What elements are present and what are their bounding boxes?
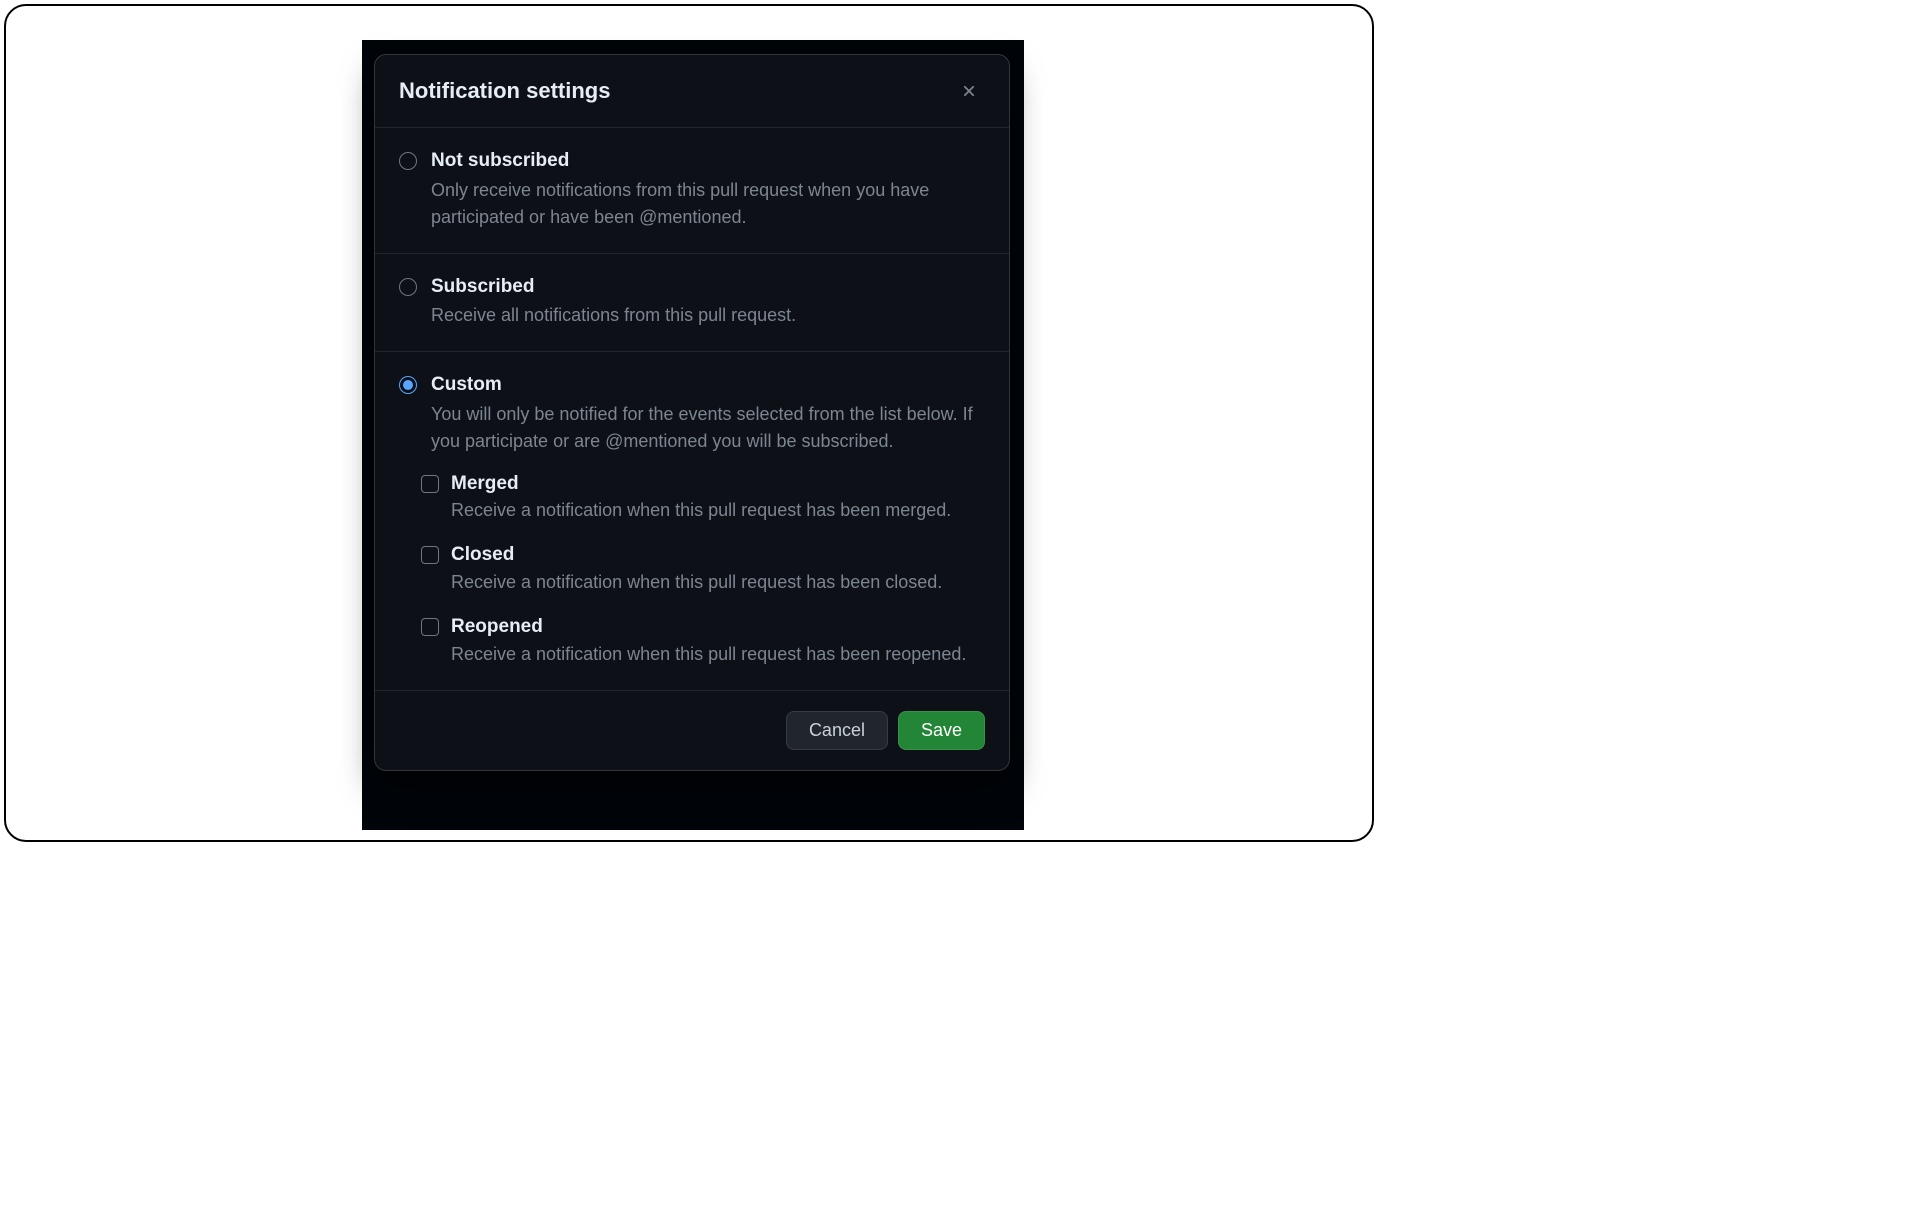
subopt-desc: Receive a notification when this pull re… xyxy=(451,641,985,668)
subopt-desc: Receive a notification when this pull re… xyxy=(451,497,985,524)
option-title: Custom xyxy=(431,372,985,399)
option-desc: You will only be notified for the events… xyxy=(431,401,985,455)
option-text: Subscribed Receive all notifications fro… xyxy=(431,274,985,330)
subopt-desc: Receive a notification when this pull re… xyxy=(451,569,985,596)
radio-custom[interactable] xyxy=(399,376,417,394)
custom-events: Merged Receive a notification when this … xyxy=(399,471,985,668)
frame: Notification settings Not subscribed Onl… xyxy=(4,4,1374,842)
checkbox-merged[interactable] xyxy=(421,475,439,493)
dialog-footer: Cancel Save xyxy=(375,691,1009,770)
event-reopened[interactable]: Reopened Receive a notification when thi… xyxy=(421,614,985,668)
checkbox-reopened[interactable] xyxy=(421,618,439,636)
option-row: Custom You will only be notified for the… xyxy=(399,372,985,455)
checkbox-closed[interactable] xyxy=(421,546,439,564)
dialog-title: Notification settings xyxy=(399,78,610,104)
option-custom[interactable]: Custom You will only be notified for the… xyxy=(375,352,1009,690)
subopt-text: Merged Receive a notification when this … xyxy=(451,471,985,525)
cancel-button[interactable]: Cancel xyxy=(786,711,888,750)
option-subscribed[interactable]: Subscribed Receive all notifications fro… xyxy=(375,254,1009,353)
radio-subscribed[interactable] xyxy=(399,278,417,296)
subopt-text: Closed Receive a notification when this … xyxy=(451,542,985,596)
subopt-text: Reopened Receive a notification when thi… xyxy=(451,614,985,668)
option-text: Not subscribed Only receive notification… xyxy=(431,148,985,231)
option-title: Subscribed xyxy=(431,274,985,301)
option-row: Subscribed Receive all notifications fro… xyxy=(399,274,985,330)
event-closed[interactable]: Closed Receive a notification when this … xyxy=(421,542,985,596)
notification-settings-dialog: Notification settings Not subscribed Onl… xyxy=(374,54,1010,771)
dialog-header: Notification settings xyxy=(375,55,1009,128)
option-title: Not subscribed xyxy=(431,148,985,175)
subopt-title: Merged xyxy=(451,471,985,498)
option-row: Not subscribed Only receive notification… xyxy=(399,148,985,231)
close-button[interactable] xyxy=(953,75,985,107)
subopt-title: Reopened xyxy=(451,614,985,641)
option-not-subscribed[interactable]: Not subscribed Only receive notification… xyxy=(375,128,1009,254)
radio-not-subscribed[interactable] xyxy=(399,152,417,170)
event-merged[interactable]: Merged Receive a notification when this … xyxy=(421,471,985,525)
option-desc: Only receive notifications from this pul… xyxy=(431,177,985,231)
save-button[interactable]: Save xyxy=(898,711,985,750)
option-text: Custom You will only be notified for the… xyxy=(431,372,985,455)
option-desc: Receive all notifications from this pull… xyxy=(431,302,985,329)
subopt-title: Closed xyxy=(451,542,985,569)
close-icon xyxy=(960,82,978,100)
